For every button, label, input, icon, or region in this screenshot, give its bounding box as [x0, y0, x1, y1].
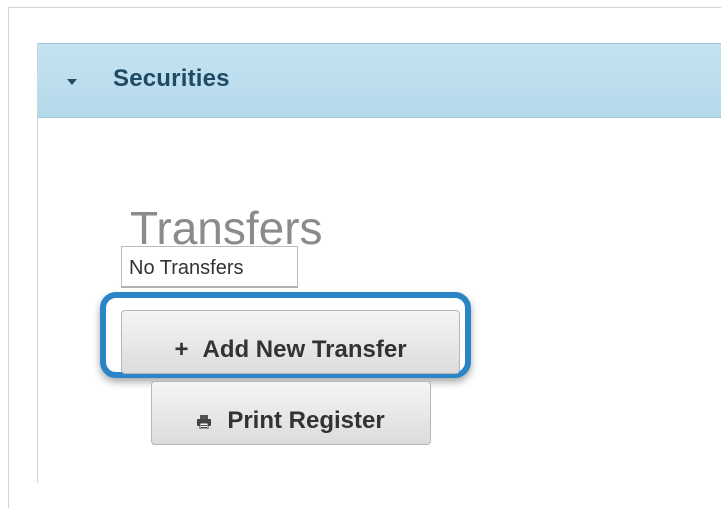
panel-header[interactable]: Securities — [38, 43, 721, 118]
empty-message-text: No Transfers — [129, 257, 244, 279]
add-new-transfer-label: Add New Transfer — [202, 336, 407, 363]
securities-panel: Securities Transfers No Transfers + Add N… — [37, 43, 721, 483]
empty-state-message: No Transfers — [121, 246, 298, 288]
print-register-label: Print Register — [227, 406, 385, 434]
panel-title: Securities — [113, 65, 230, 92]
print-register-button[interactable]: Print Register — [151, 381, 431, 445]
printer-icon — [197, 414, 212, 429]
plus-icon: + — [174, 336, 189, 363]
add-new-transfer-button[interactable]: + Add New Transfer — [121, 310, 460, 374]
caret-down-icon[interactable] — [67, 79, 77, 85]
